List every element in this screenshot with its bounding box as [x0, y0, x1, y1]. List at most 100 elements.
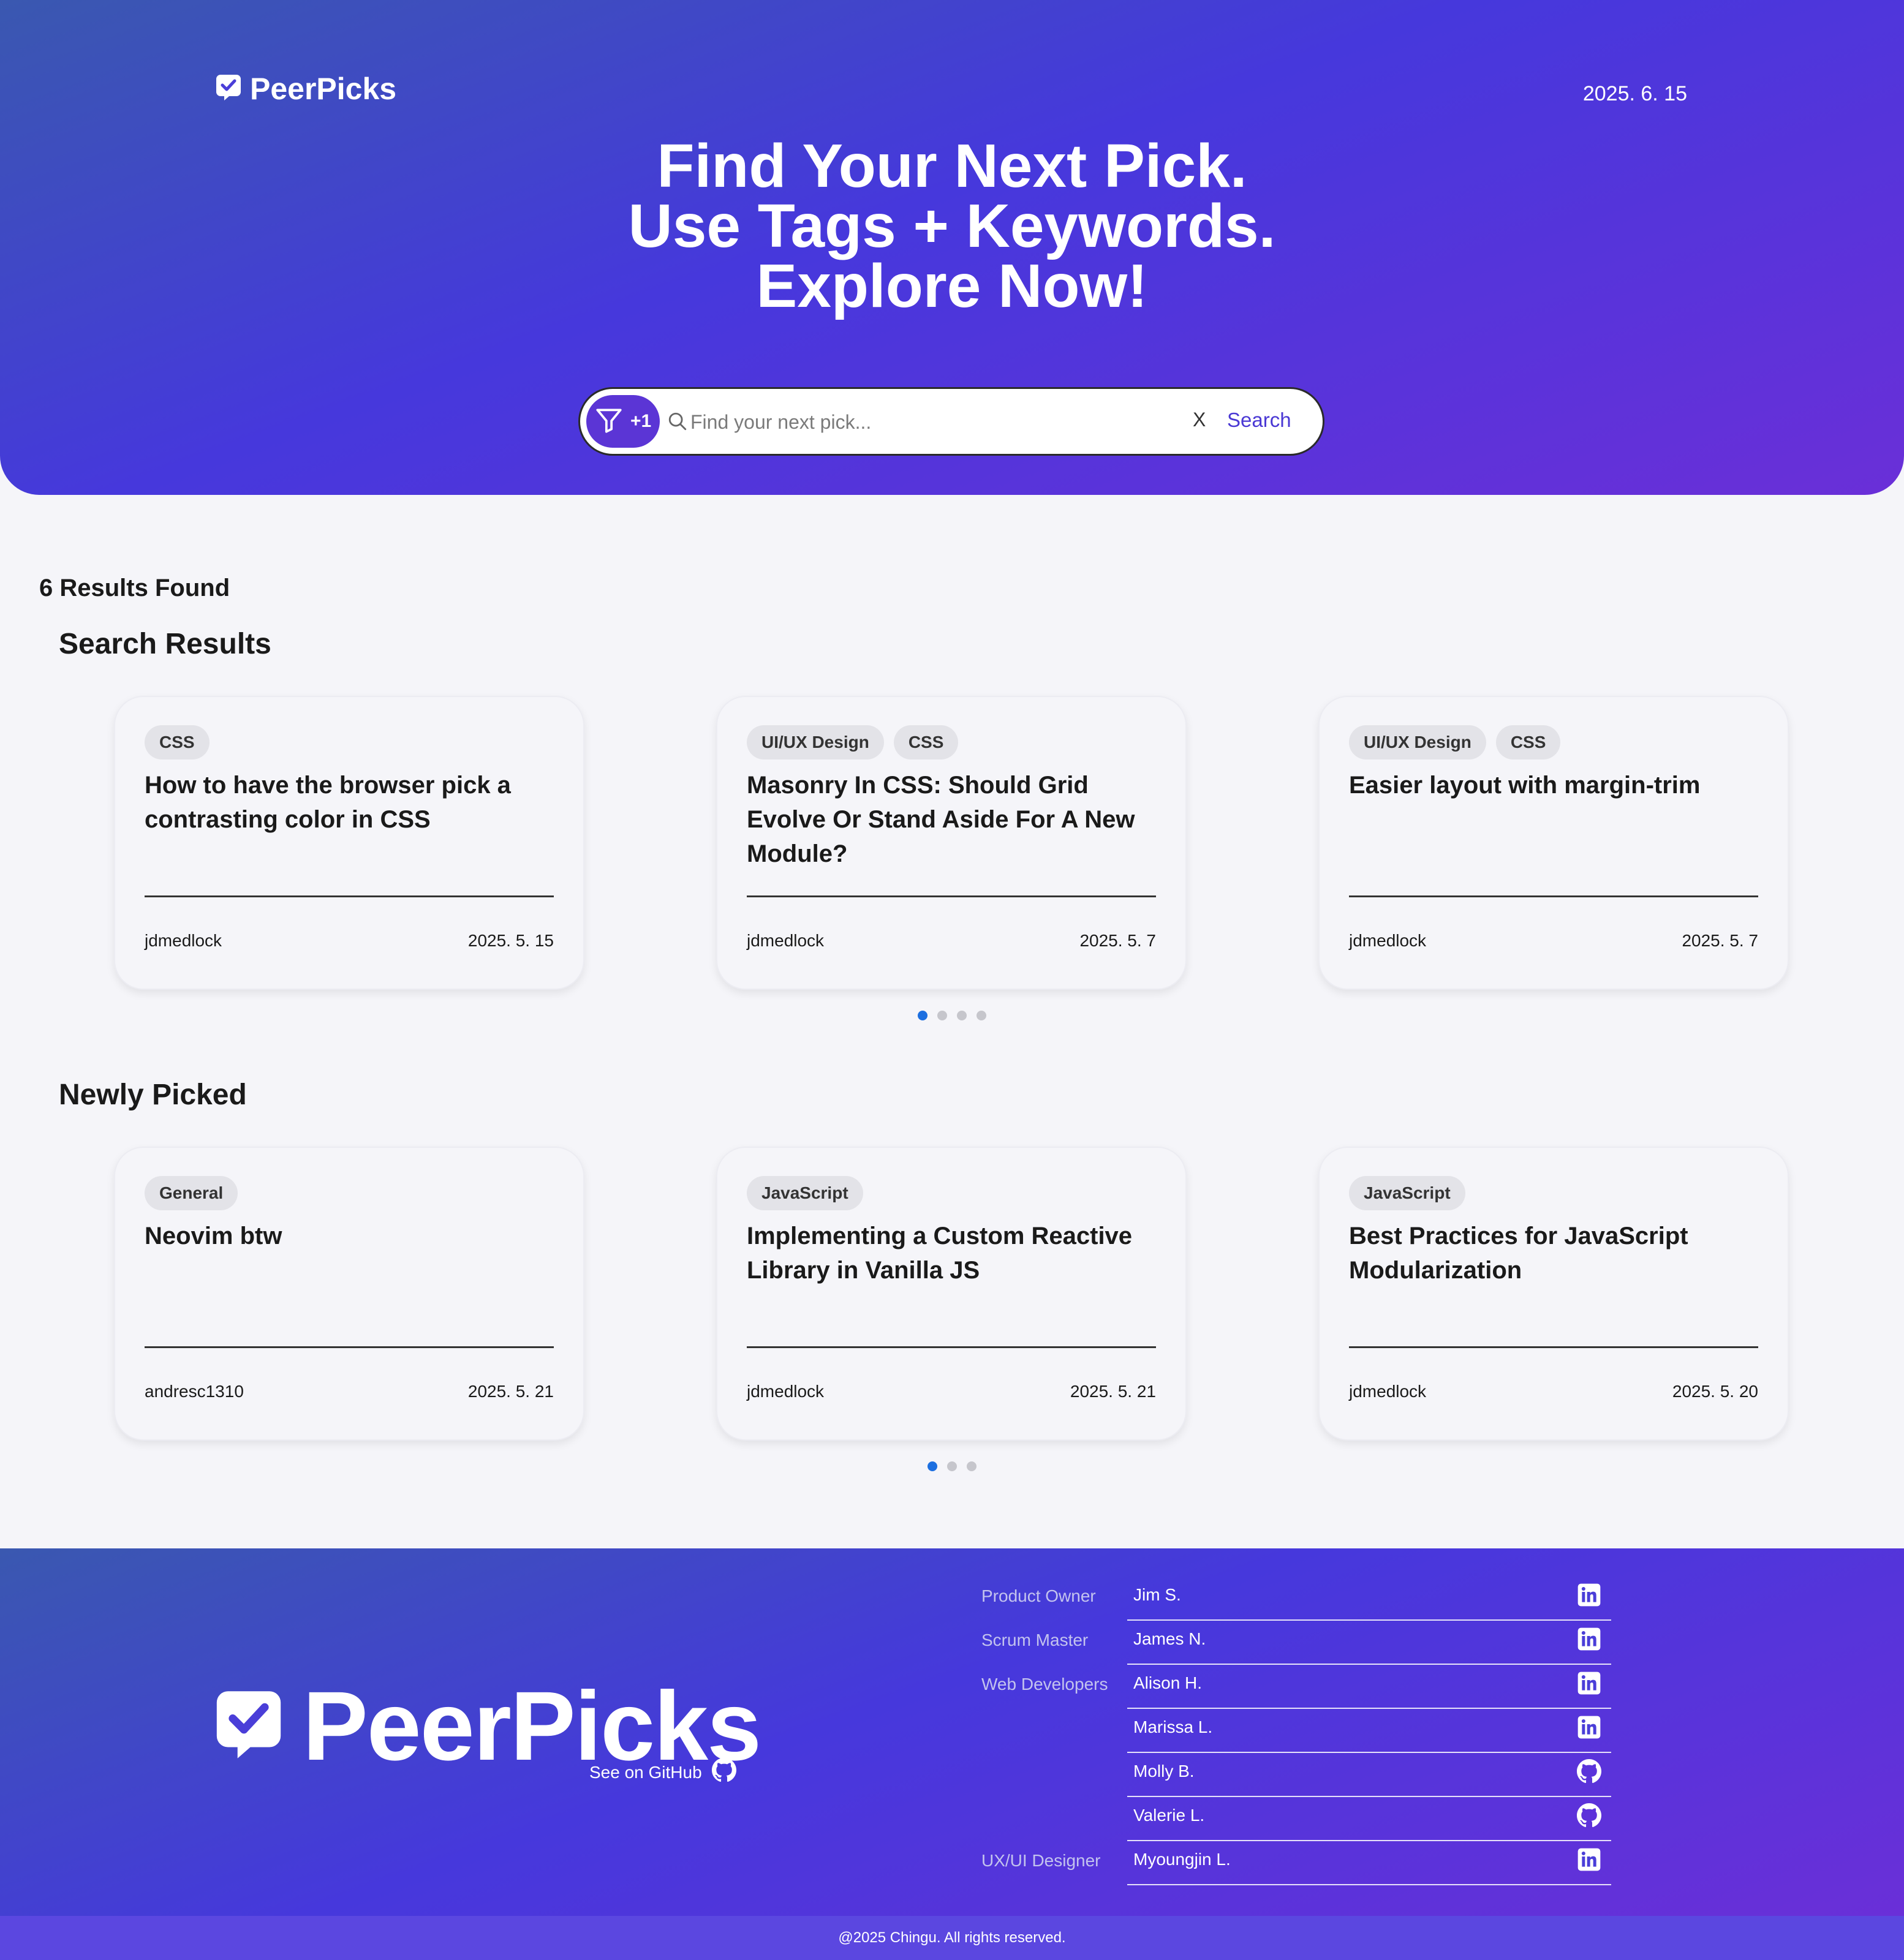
team-member-row: Alison H. [1127, 1664, 1611, 1709]
clear-search-button[interactable]: X [1193, 409, 1206, 431]
current-date: 2025. 6. 15 [1582, 82, 1687, 105]
search-result-card[interactable]: UI/UX Design CSS Easier layout with marg… [1318, 696, 1789, 990]
card-divider [747, 895, 1156, 897]
search-results-title: Search Results [59, 628, 271, 660]
card-divider [747, 1346, 1156, 1348]
newly-picked-pagination [927, 1461, 977, 1471]
search-result-card[interactable]: CSS How to have the browser pick a contr… [114, 696, 584, 990]
card-author: jdmedlock [1349, 1382, 1427, 1401]
card-title[interactable]: Neovim btw [145, 1219, 567, 1253]
github-link[interactable]: See on GitHub [589, 1758, 736, 1787]
tag-chip[interactable]: UI/UX Design [747, 725, 884, 760]
linkedin-icon[interactable] [1577, 1671, 1601, 1698]
search-icon [667, 411, 688, 435]
card-tags: CSS [145, 725, 210, 760]
logo-text: PeerPicks [250, 72, 397, 106]
team-member-name: Molly B. [1133, 1762, 1195, 1781]
tag-chip[interactable]: CSS [1495, 725, 1561, 760]
card-date: 2025. 5. 7 [1079, 931, 1156, 950]
results-count: 6 Results Found [39, 575, 230, 601]
card-title[interactable]: Implementing a Custom Reactive Library i… [747, 1219, 1169, 1287]
peerpicks-logo-icon [216, 74, 241, 105]
copyright: @2025 Chingu. All rights reserved. [0, 1916, 1904, 1960]
github-icon[interactable] [1577, 1803, 1601, 1831]
card-tags: General [145, 1176, 238, 1210]
team-member-name: Alison H. [1133, 1673, 1203, 1692]
card-date: 2025. 5. 20 [1672, 1382, 1758, 1401]
team-member-name: Jim S. [1133, 1585, 1181, 1604]
search-bar: +1 X Search [578, 387, 1324, 456]
pagination-dot[interactable] [957, 1011, 967, 1020]
pagination-dot[interactable] [977, 1011, 986, 1020]
card-tags: UI/UX Design CSS [747, 725, 959, 760]
tag-chip[interactable]: CSS [893, 725, 959, 760]
card-divider [1349, 1346, 1758, 1348]
tag-chip[interactable]: CSS [145, 725, 210, 760]
tag-chip[interactable]: UI/UX Design [1349, 725, 1486, 760]
pagination-dot[interactable] [937, 1011, 947, 1020]
role-scrum-master: Scrum Master [981, 1630, 1089, 1649]
card-author: andresc1310 [145, 1382, 244, 1401]
tag-chip[interactable]: General [145, 1176, 238, 1210]
tag-chip[interactable]: JavaScript [1349, 1176, 1465, 1210]
card-date: 2025. 5. 21 [467, 1382, 554, 1401]
card-date: 2025. 5. 21 [1070, 1382, 1156, 1401]
card-title[interactable]: How to have the browser pick a contrasti… [145, 768, 567, 837]
newly-picked-title: Newly Picked [59, 1079, 247, 1111]
role-product-owner: Product Owner [981, 1586, 1096, 1605]
search-submit-button[interactable]: Search [1227, 409, 1291, 432]
team-member-row: James N. [1127, 1619, 1611, 1665]
card-author: jdmedlock [747, 1382, 825, 1401]
github-link-label: See on GitHub [589, 1762, 702, 1782]
card-author: jdmedlock [1349, 931, 1427, 950]
headline-line-1: Find Your Next Pick. [657, 132, 1247, 200]
filter-icon [594, 405, 624, 439]
linkedin-icon[interactable] [1577, 1583, 1601, 1610]
peerpicks-logo-icon [213, 1688, 284, 1765]
role-ux-ui-designer: UX/UI Designer [981, 1851, 1101, 1870]
team-member-row: Molly B. [1127, 1752, 1611, 1797]
card-tags: JavaScript [747, 1176, 863, 1210]
card-author: jdmedlock [747, 931, 825, 950]
card-date: 2025. 5. 15 [467, 931, 554, 950]
search-result-card[interactable]: UI/UX Design CSS Masonry In CSS: Should … [716, 696, 1187, 990]
pagination-dot[interactable] [918, 1011, 927, 1020]
card-divider [145, 895, 554, 897]
footer: PeerPicks See on GitHub Product Owner Sc… [0, 1548, 1904, 1916]
card-title[interactable]: Easier layout with margin-trim [1349, 768, 1772, 802]
pagination-dot[interactable] [947, 1461, 957, 1471]
newly-picked-card[interactable]: General Neovim btw andresc1310 2025. 5. … [114, 1147, 584, 1441]
pagination-dot[interactable] [967, 1461, 977, 1471]
newly-picked-card[interactable]: JavaScript Implementing a Custom Reactiv… [716, 1147, 1187, 1441]
search-input[interactable] [689, 402, 1157, 442]
linkedin-icon[interactable] [1577, 1715, 1601, 1743]
card-date: 2025. 5. 7 [1682, 931, 1758, 950]
role-web-developers: Web Developers [981, 1675, 1108, 1694]
github-icon [711, 1758, 736, 1787]
team-member-row: Myoungjin L. [1127, 1840, 1611, 1885]
linkedin-icon[interactable] [1577, 1847, 1601, 1875]
team-member-name: James N. [1133, 1629, 1206, 1648]
team-member-name: Valerie L. [1133, 1806, 1205, 1825]
header-logo[interactable]: PeerPicks [216, 71, 396, 107]
team-member-name: Myoungjin L. [1133, 1850, 1231, 1869]
card-title[interactable]: Best Practices for JavaScript Modulariza… [1349, 1219, 1772, 1287]
team-member-row: Jim S. [1127, 1575, 1611, 1621]
search-results-pagination [918, 1011, 986, 1020]
card-title[interactable]: Masonry In CSS: Should Grid Evolve Or St… [747, 768, 1169, 871]
hero-header: PeerPicks 2025. 6. 15 Find Your Next Pic… [0, 0, 1904, 495]
team-member-row: Valerie L. [1127, 1796, 1611, 1841]
card-divider [145, 1346, 554, 1348]
github-icon[interactable] [1577, 1759, 1601, 1787]
tag-filter-button[interactable]: +1 [586, 395, 660, 448]
card-divider [1349, 895, 1758, 897]
newly-picked-card[interactable]: JavaScript Best Practices for JavaScript… [1318, 1147, 1789, 1441]
filter-count-badge: +1 [630, 411, 652, 431]
team-member-name: Marissa L. [1133, 1717, 1213, 1736]
linkedin-icon[interactable] [1577, 1627, 1601, 1654]
headline-line-3: Explore Now! [756, 252, 1148, 320]
tag-chip[interactable]: JavaScript [747, 1176, 863, 1210]
pagination-dot[interactable] [927, 1461, 937, 1471]
headline: Find Your Next Pick. Use Tags + Keywords… [0, 132, 1904, 320]
card-tags: UI/UX Design CSS [1349, 725, 1561, 760]
